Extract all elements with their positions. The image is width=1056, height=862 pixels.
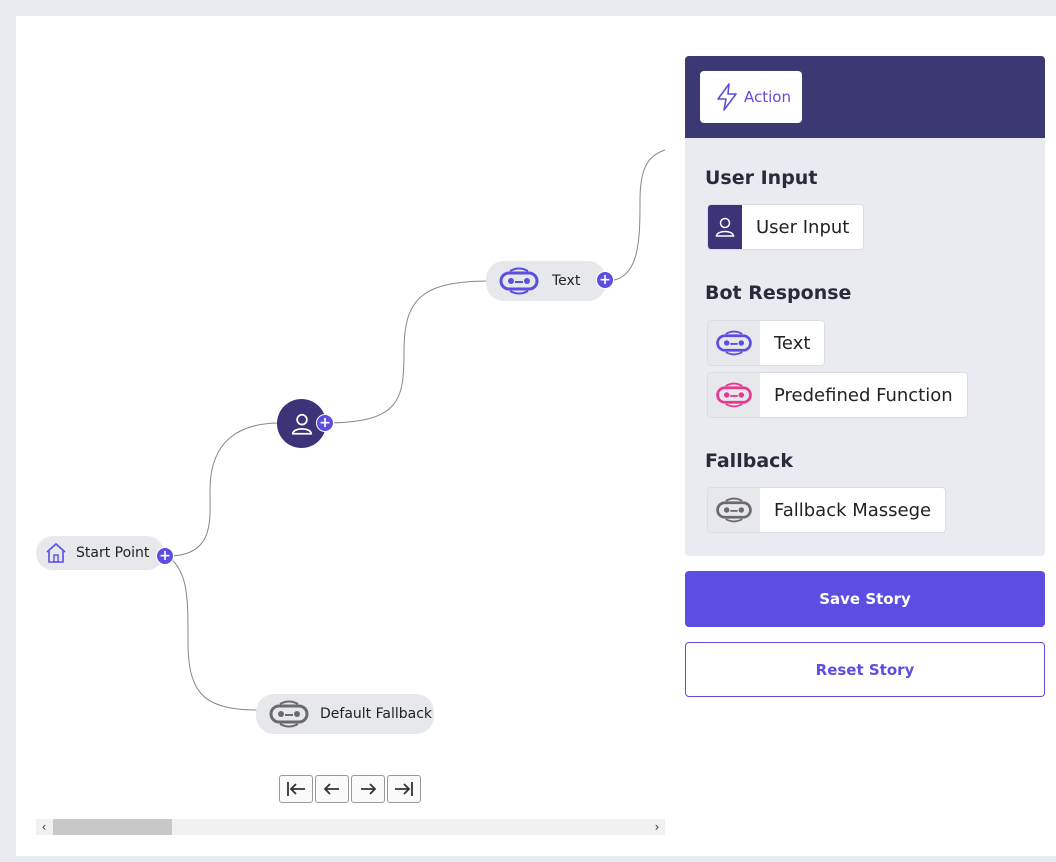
user-icon bbox=[289, 411, 315, 437]
bot-icon bbox=[708, 321, 760, 365]
palette-fallback-message[interactable]: Fallback Massege bbox=[707, 487, 947, 533]
start-point-label: Start Point bbox=[76, 545, 150, 561]
text-node-label: Text bbox=[552, 273, 581, 289]
palette-text[interactable]: Text bbox=[707, 320, 826, 366]
user-input-section-title: User Input bbox=[705, 167, 818, 189]
reset-story-button[interactable]: Reset Story bbox=[685, 642, 1045, 697]
save-story-button[interactable]: Save Story bbox=[685, 571, 1045, 627]
action-button[interactable]: Action bbox=[700, 71, 802, 123]
palette-predefined-function[interactable]: Predefined Function bbox=[707, 372, 968, 418]
scroll-right-arrow[interactable]: › bbox=[649, 819, 665, 835]
panel-header: Action bbox=[685, 56, 1045, 138]
default-fallback-label: Default Fallback bbox=[320, 706, 432, 722]
next-page-button[interactable] bbox=[351, 775, 385, 803]
start-point-node[interactable]: Start Point bbox=[36, 536, 164, 570]
fallback-section-title: Fallback bbox=[705, 450, 794, 472]
user-icon bbox=[708, 205, 742, 249]
scrollbar-thumb[interactable] bbox=[53, 819, 172, 835]
bot-icon bbox=[708, 488, 760, 532]
default-fallback-node[interactable]: Default Fallback bbox=[256, 694, 434, 734]
house-icon bbox=[44, 541, 68, 565]
palette-user-input-label: User Input bbox=[756, 216, 850, 238]
scroll-left-arrow[interactable]: ‹ bbox=[36, 819, 52, 835]
lightning-icon bbox=[714, 82, 740, 112]
last-page-icon bbox=[393, 780, 415, 798]
next-page-icon bbox=[357, 780, 379, 798]
bot-icon bbox=[496, 267, 542, 295]
text-node[interactable]: Text bbox=[486, 261, 606, 301]
prev-page-button[interactable] bbox=[315, 775, 349, 803]
add-after-start-button[interactable]: + bbox=[156, 547, 174, 565]
palette-text-label: Text bbox=[774, 332, 811, 354]
horizontal-scrollbar[interactable]: ‹ › bbox=[36, 819, 665, 835]
palette-predefined-function-label: Predefined Function bbox=[774, 384, 953, 406]
node-palette: User Input User Input Bot Response Text … bbox=[685, 138, 1045, 556]
bot-icon bbox=[266, 700, 312, 728]
bot-response-section-title: Bot Response bbox=[705, 282, 852, 304]
last-page-button[interactable] bbox=[387, 775, 421, 803]
canvas-pager bbox=[279, 775, 423, 803]
first-page-icon bbox=[285, 780, 307, 798]
add-after-text-button[interactable]: + bbox=[596, 271, 614, 289]
prev-page-icon bbox=[321, 780, 343, 798]
palette-user-input[interactable]: User Input bbox=[707, 204, 865, 250]
first-page-button[interactable] bbox=[279, 775, 313, 803]
add-after-user-button[interactable]: + bbox=[316, 414, 334, 432]
palette-fallback-message-label: Fallback Massege bbox=[774, 499, 932, 521]
action-label: Action bbox=[744, 88, 791, 106]
bot-icon bbox=[708, 373, 760, 417]
